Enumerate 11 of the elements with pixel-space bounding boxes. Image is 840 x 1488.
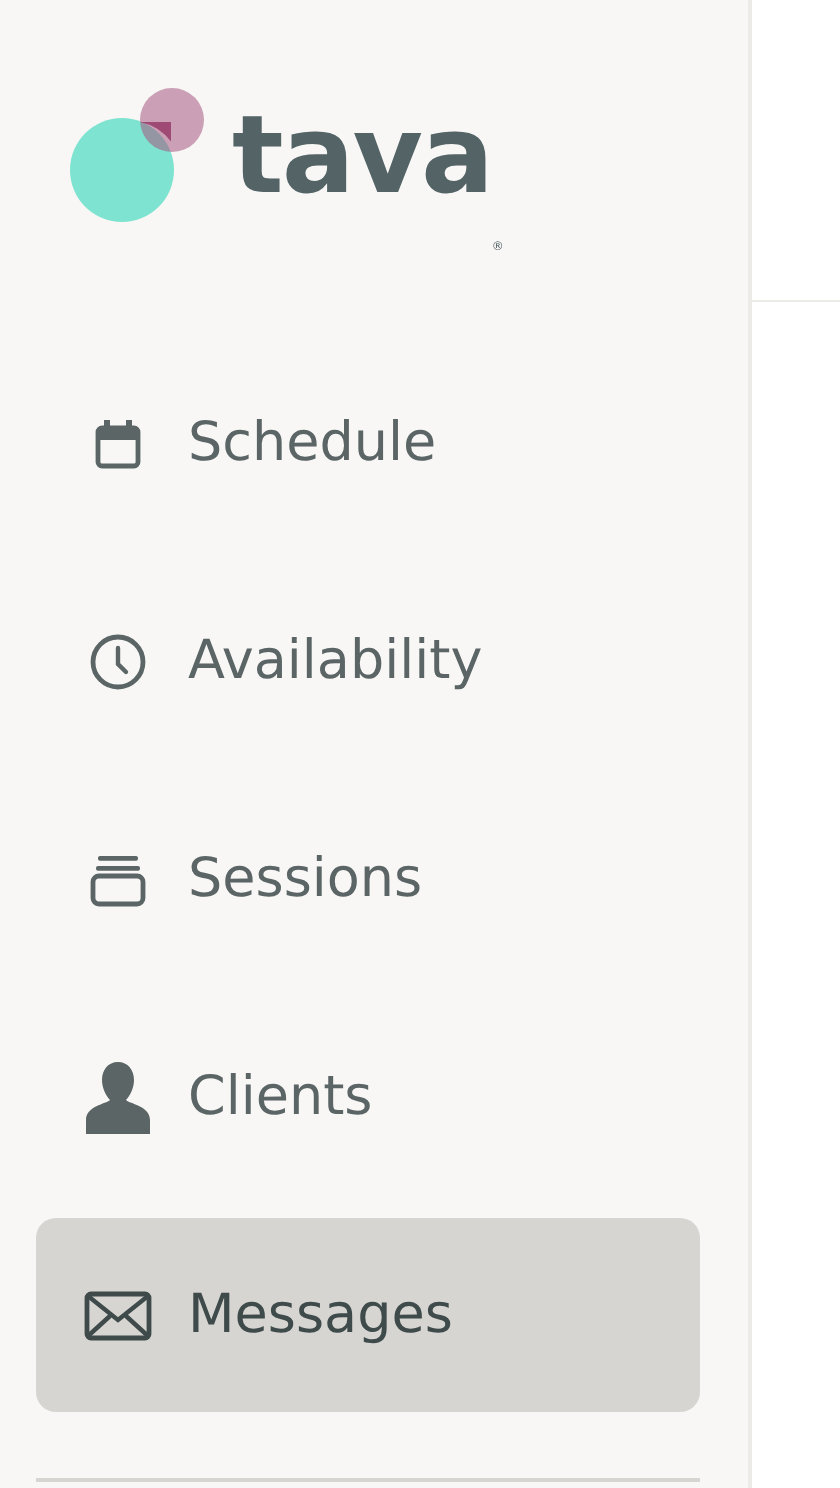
logo-text: tava <box>232 101 492 209</box>
calendar-icon <box>94 417 142 469</box>
envelope-icon <box>84 1289 152 1341</box>
nav-item[interactable]: Availability <box>36 564 700 758</box>
nav-item[interactable]: Messages <box>36 1218 700 1412</box>
clock-icon <box>88 631 148 691</box>
nav-item[interactable]: Sessions <box>36 782 700 976</box>
person-icon <box>84 1059 152 1135</box>
nav-item[interactable]: Clients <box>36 1000 700 1194</box>
logo-icon <box>68 85 208 225</box>
nav-item[interactable]: Schedule <box>36 346 700 540</box>
